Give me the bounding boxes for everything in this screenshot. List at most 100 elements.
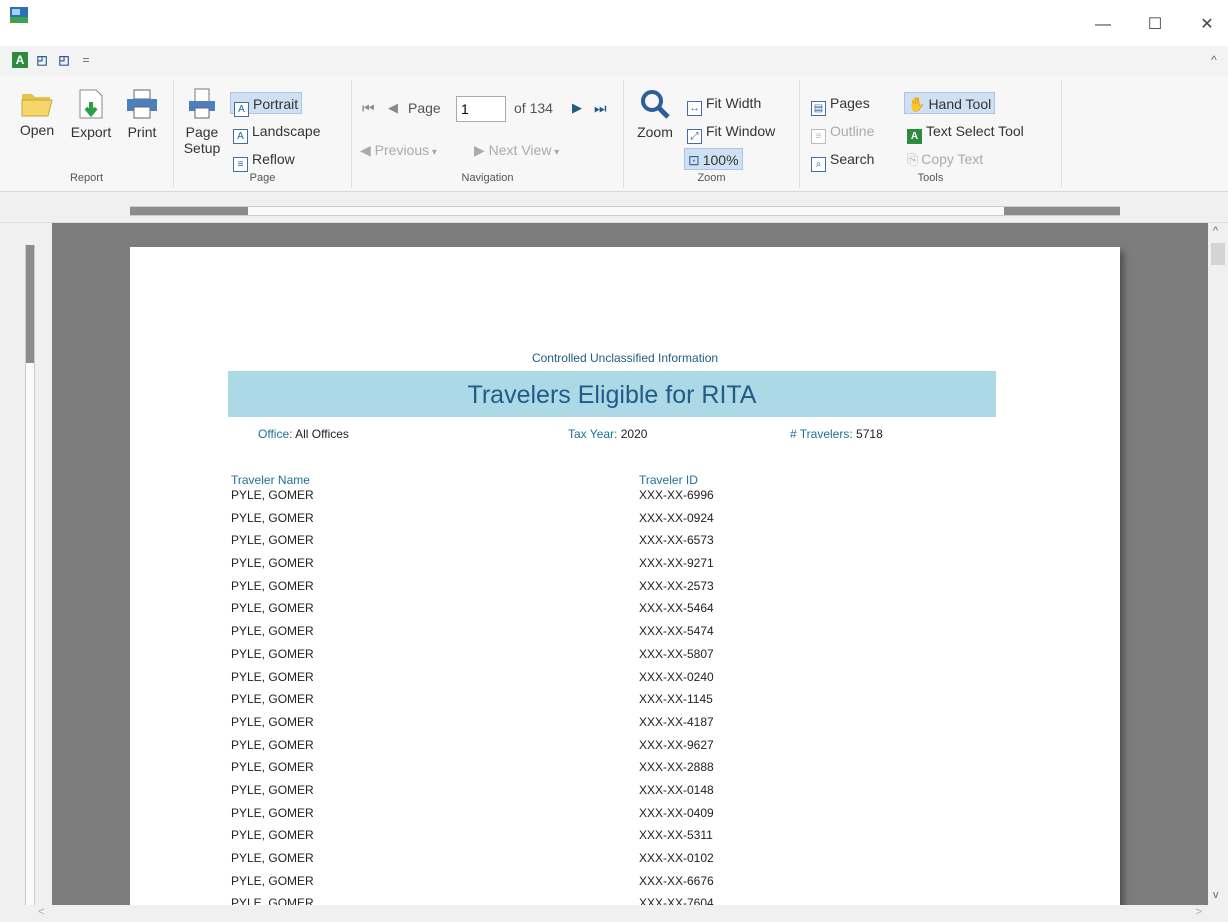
scroll-right-icon[interactable]: > (1196, 906, 1202, 918)
title-bar: — ☐ ✕ (0, 0, 1228, 46)
portrait-button[interactable]: A Portrait (230, 92, 303, 117)
close-button[interactable]: ✕ (1192, 13, 1222, 37)
next-view-button[interactable]: ▶ Next View ▾ (474, 142, 559, 159)
fit-width-icon: ↔ (687, 101, 702, 116)
traveler-id-cell: XXX-XX-9627 (639, 737, 714, 752)
zoom-100-icon: ⊡ (688, 152, 700, 168)
vertical-scroll-thumb[interactable] (1211, 243, 1225, 265)
horizontal-scrollbar[interactable]: < > (38, 905, 1208, 922)
scroll-left-icon[interactable]: < (38, 906, 44, 918)
traveler-name-cell: PYLE, GOMER (231, 646, 314, 661)
zoom-button[interactable]: Zoom (630, 88, 680, 140)
portrait-icon: A (234, 102, 249, 117)
traveler-name-cell: PYLE, GOMER (231, 828, 314, 843)
table-row: PYLE, GOMER XXX-XX-5311 (130, 826, 1120, 849)
landscape-button[interactable]: A Landscape (230, 120, 324, 144)
report-page: Controlled Unclassified Information Trav… (130, 247, 1120, 905)
scroll-down-icon[interactable]: v (1213, 889, 1219, 901)
page-number-input[interactable] (456, 96, 506, 122)
traveler-name-cell: PYLE, GOMER (231, 488, 314, 502)
previous-view-button[interactable]: ◀ Previous ▾ (360, 142, 437, 159)
page-setup-button[interactable]: Page Setup (178, 88, 226, 156)
traveler-name-cell: PYLE, GOMER (231, 601, 314, 616)
folder-icon (21, 94, 53, 117)
zoom-label: Zoom (637, 124, 673, 140)
table-row: PYLE, GOMER XXX-XX-2888 (130, 758, 1120, 781)
traveler-name-cell: PYLE, GOMER (231, 692, 314, 707)
traveler-id-cell: XXX-XX-0240 (639, 669, 714, 684)
landscape-icon: A (233, 129, 248, 144)
table-row: PYLE, GOMER XXX-XX-0409 (130, 804, 1120, 827)
page-label: Page (408, 100, 441, 116)
traveler-id-cell: XXX-XX-1145 (639, 692, 713, 707)
outline-label: Outline (830, 123, 875, 139)
customize-toolbar-icon[interactable]: = (78, 52, 94, 68)
outline-icon: ≡ (811, 129, 826, 144)
traveler-name-cell: PYLE, GOMER (231, 737, 314, 752)
first-page-icon[interactable]: ⏮ (362, 100, 375, 117)
traveler-id-cell: XXX-XX-2573 (639, 578, 714, 593)
traveler-name-cell: PYLE, GOMER (231, 714, 314, 729)
pages-button[interactable]: ▤ Pages (808, 92, 873, 116)
vertical-scrollbar[interactable]: ^ v (1208, 223, 1228, 905)
ribbon: Open Export Print Report Page Setup A Po… (0, 76, 1228, 192)
table-row: PYLE, GOMER XXX-XX-0102 (130, 849, 1120, 872)
table-row: PYLE, GOMER XXX-XX-5807 (130, 645, 1120, 668)
prev-page-icon[interactable]: ◀ (388, 100, 398, 116)
hand-tool-button[interactable]: ✋ Hand Tool (904, 92, 996, 114)
quick-access-toolbar: A ◰ ◰ = ^ (0, 46, 1228, 76)
open-button[interactable]: Open (12, 88, 62, 138)
office-value: All Offices (295, 427, 349, 441)
fit-width-button[interactable]: ↔ Fit Width (684, 92, 764, 116)
print-preview-quick-icon[interactable]: ◰ (34, 52, 50, 68)
traveler-name-cell: PYLE, GOMER (231, 624, 314, 639)
search-label: Search (830, 151, 875, 167)
outline-button[interactable]: ≡ Outline (808, 120, 877, 144)
page-setup-icon (189, 88, 215, 119)
traveler-id-cell: XXX-XX-0102 (639, 851, 714, 865)
traveler-id-cell: XXX-XX-0924 (639, 510, 714, 525)
traveler-id-cell: XXX-XX-5464 (639, 601, 714, 616)
text-select-icon: A (907, 129, 922, 144)
traveler-name-cell: PYLE, GOMER (231, 510, 314, 525)
tax-year-value: 2020 (620, 427, 648, 441)
tools-group-label: Tools (917, 172, 944, 184)
print-button[interactable]: Print (120, 88, 164, 140)
table-row: PYLE, GOMER XXX-XX-0240 (130, 668, 1120, 691)
traveler-id-cell: XXX-XX-6996 (639, 488, 714, 502)
printer-icon (127, 89, 157, 119)
search-button[interactable]: ⌕ Search (808, 148, 877, 172)
document-viewer[interactable]: Controlled Unclassified Information Trav… (52, 223, 1208, 905)
traveler-id-cell: XXX-XX-0409 (639, 805, 714, 820)
copy-text-label: Copy Text (921, 151, 984, 167)
reflow-icon: ≡ (233, 157, 248, 172)
page-setup-quick-icon[interactable]: ◰ (56, 52, 72, 68)
search-icon: ⌕ (811, 157, 826, 172)
traveler-name-cell: PYLE, GOMER (231, 851, 314, 865)
export-button[interactable]: Export (64, 88, 118, 140)
tools-group: ▤ Pages ≡ Outline ⌕ Search ✋ Hand Tool A Text… (800, 80, 1062, 188)
page-setup-label-2: Setup (183, 140, 221, 156)
traveler-name-cell: PYLE, GOMER (231, 533, 314, 548)
collapse-ribbon-icon[interactable]: ^ (1206, 52, 1222, 68)
traveler-name-cell: PYLE, GOMER (231, 873, 314, 888)
table-row: PYLE, GOMER XXX-XX-4187 (130, 713, 1120, 736)
office-field: Office: All Offices (258, 427, 349, 441)
traveler-id-cell: XXX-XX-7604 (639, 896, 714, 905)
copy-text-button[interactable]: ⎘ Copy Text (904, 148, 986, 170)
horizontal-ruler (0, 193, 1228, 223)
last-page-icon[interactable]: ⏭ (594, 100, 607, 117)
travelers-count-value: 5718 (856, 427, 883, 441)
traveler-id-cell: XXX-XX-2888 (639, 760, 714, 775)
maximize-button[interactable]: ☐ (1140, 13, 1170, 37)
text-select-tool-button[interactable]: A Text Select Tool (904, 120, 1027, 144)
office-label: Office: (258, 427, 293, 441)
fit-window-button[interactable]: ⤢ Fit Window (684, 120, 778, 144)
next-page-icon[interactable]: ▶ (572, 100, 582, 116)
text-select-quick-icon[interactable]: A (12, 52, 28, 68)
reflow-button[interactable]: ≡ Reflow (230, 148, 298, 172)
portrait-label: Portrait (253, 96, 299, 112)
minimize-button[interactable]: — (1088, 13, 1118, 37)
scroll-up-icon[interactable]: ^ (1213, 225, 1218, 237)
zoom-100-button[interactable]: ⊡ 100% (684, 148, 743, 170)
